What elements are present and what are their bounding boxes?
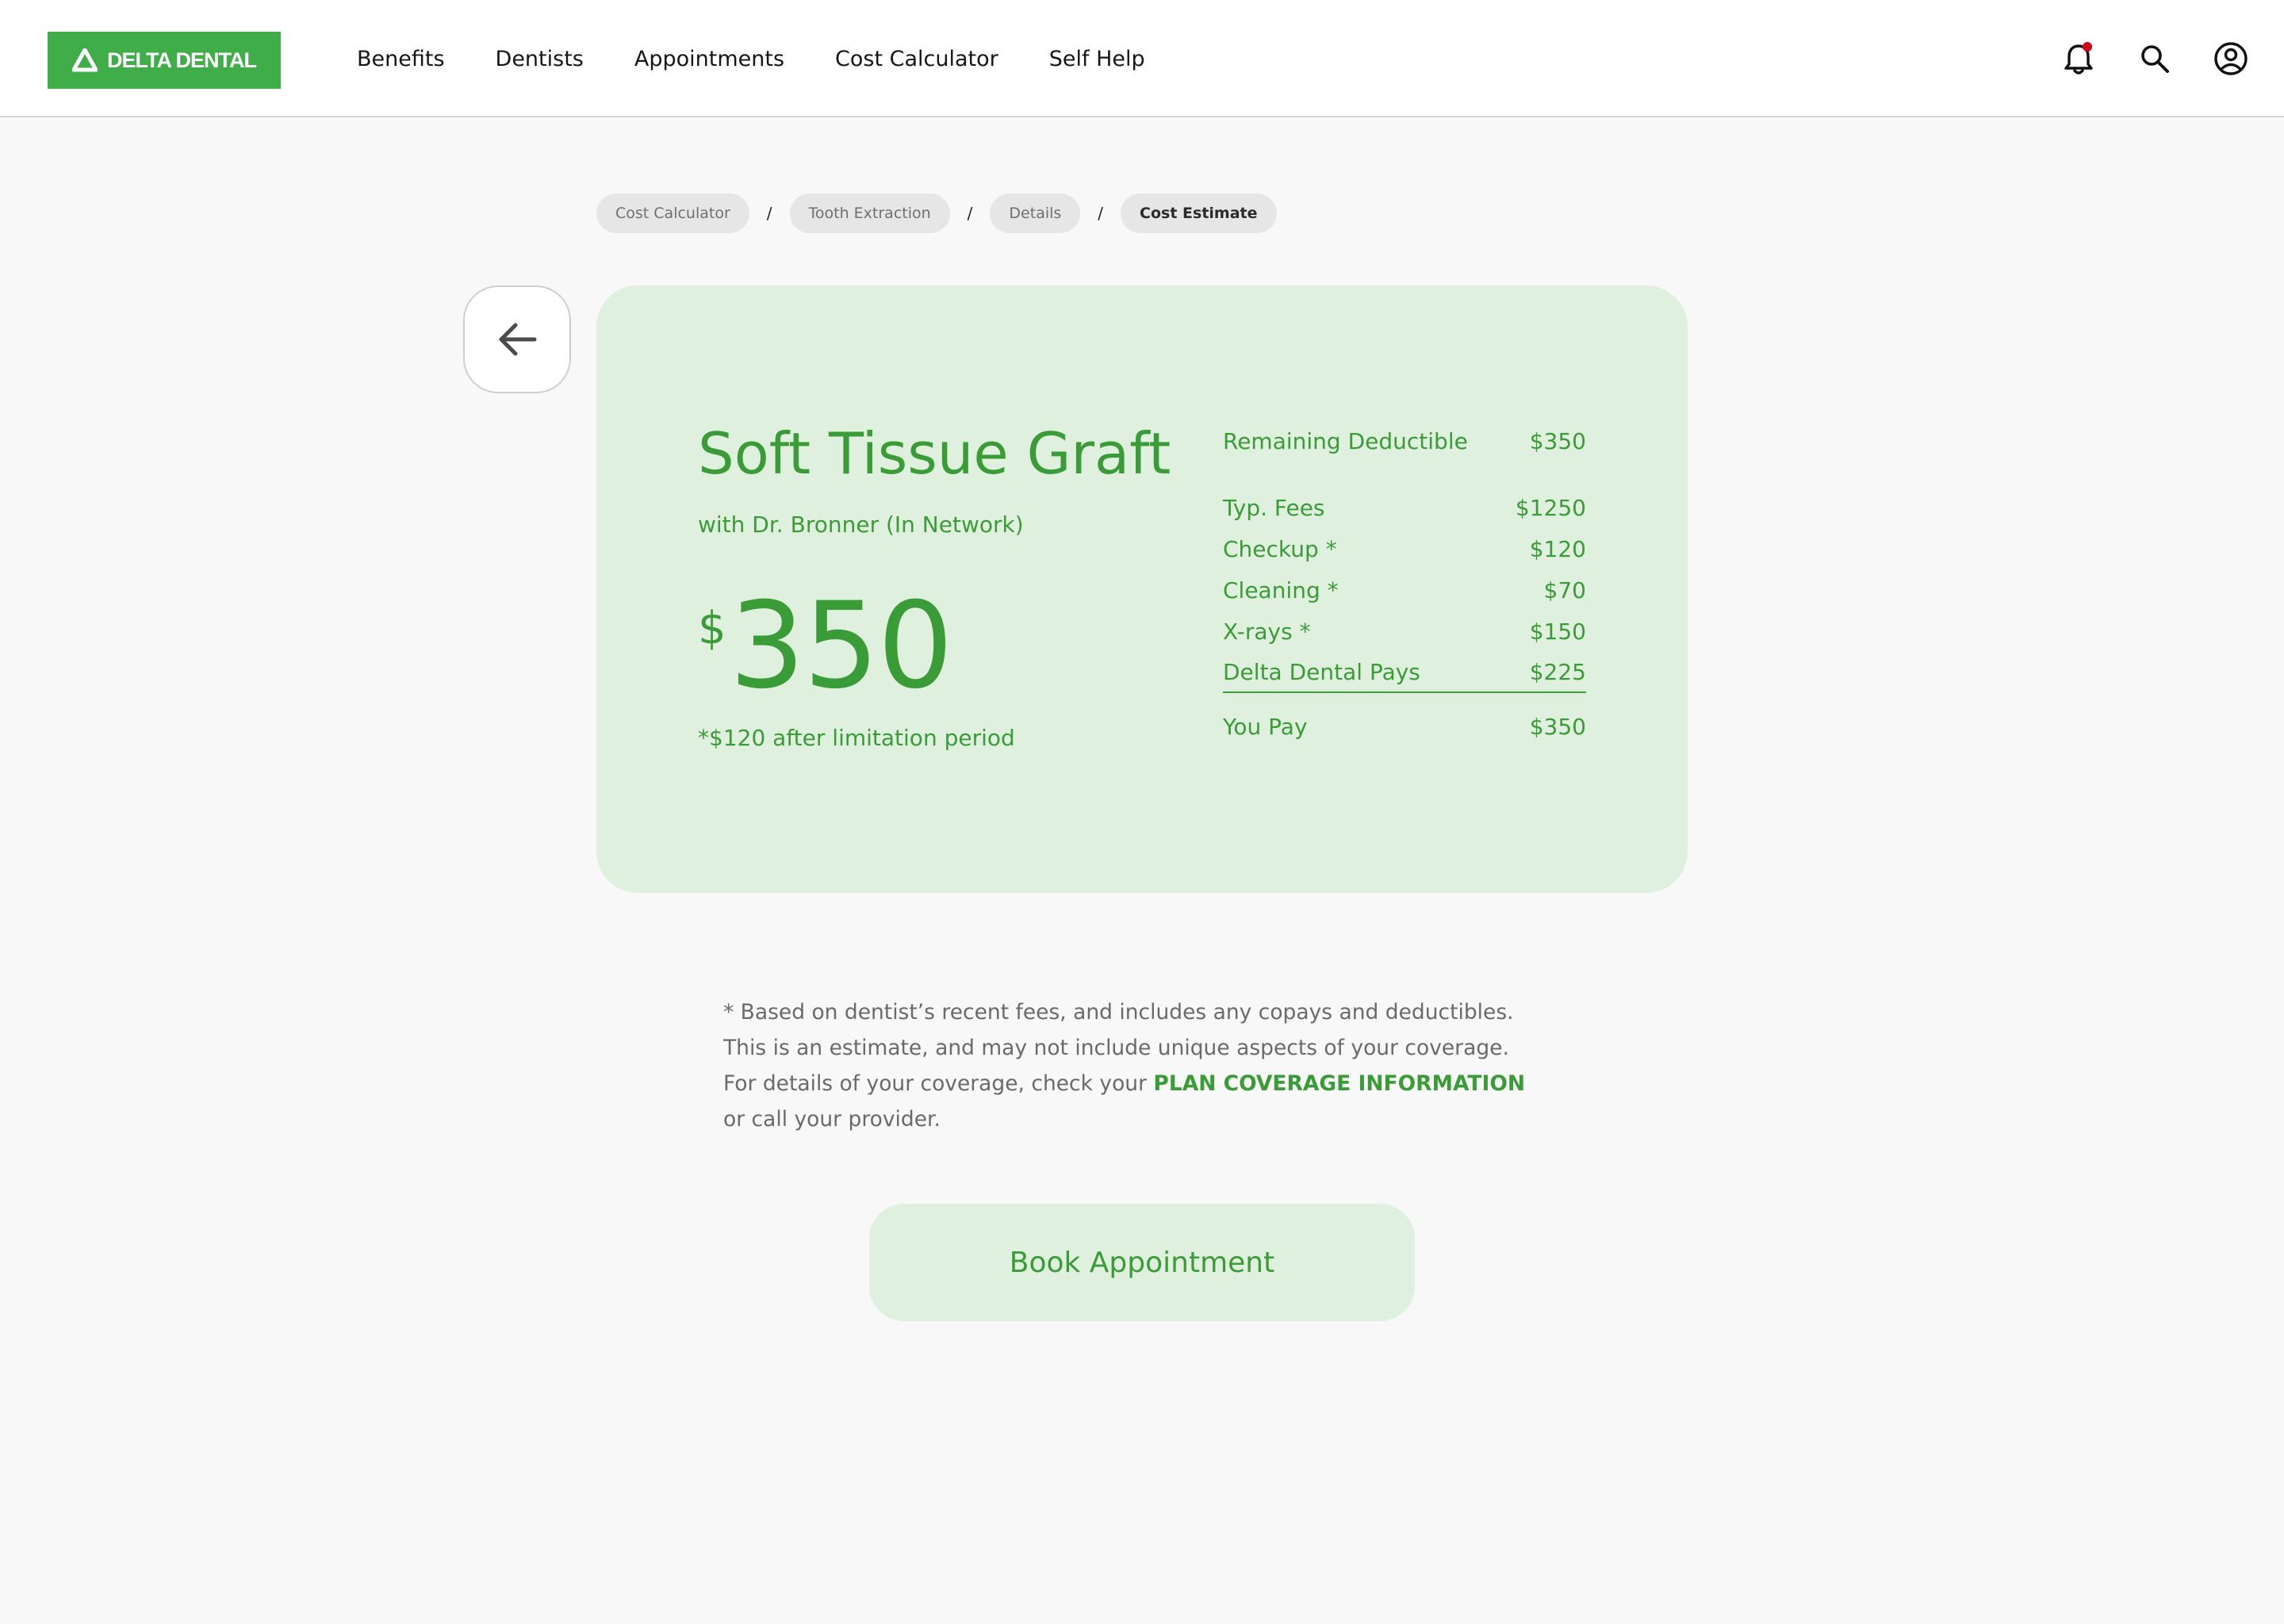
row-value: $1250 [1515, 494, 1586, 521]
line-item-row: X-rays * $150 [1223, 611, 1586, 652]
breadcrumb-cost-calculator[interactable]: Cost Calculator [596, 193, 749, 233]
row-value: $350 [1529, 713, 1586, 740]
row-value: $225 [1529, 658, 1586, 685]
delta-logo-icon [72, 48, 98, 72]
row-label: Delta Dental Pays [1223, 658, 1420, 685]
arrow-left-icon [499, 323, 537, 356]
top-navigation-bar: DELTA DENTAL Benefits Dentists Appointme… [0, 0, 2284, 117]
row-label: Typ. Fees [1223, 494, 1325, 521]
row-label: You Pay [1223, 713, 1308, 740]
search-icon[interactable] [2136, 40, 2173, 77]
header-actions [2060, 0, 2249, 117]
bell-icon[interactable] [2060, 40, 2097, 77]
row-value: $350 [1529, 427, 1586, 454]
disclaimer-text-end: or call your provider. [723, 1107, 941, 1132]
breadcrumb-tooth-extraction[interactable]: Tooth Extraction [789, 193, 950, 233]
main-nav: Benefits Dentists Appointments Cost Calc… [357, 0, 1145, 117]
breadcrumb-separator: / [766, 204, 772, 223]
cost-estimate-card: Soft Tissue Graft with Dr. Bronner (In N… [596, 285, 1688, 893]
row-value: $150 [1529, 618, 1586, 645]
row-label: Remaining Deductible [1223, 427, 1468, 454]
row-value: $120 [1529, 535, 1586, 562]
row-label: Checkup * [1223, 535, 1337, 562]
row-label: X-rays * [1223, 618, 1311, 645]
price-amount: 350 [729, 577, 953, 715]
estimated-price: $ 350 [698, 577, 953, 715]
delta-dental-logo[interactable]: DELTA DENTAL [48, 32, 281, 89]
deductible-row: Remaining Deductible $350 [1223, 420, 1586, 462]
notification-dot [2083, 42, 2092, 52]
logo-text: DELTA DENTAL [107, 48, 257, 72]
nav-appointments[interactable]: Appointments [634, 47, 784, 71]
nav-self-help[interactable]: Self Help [1049, 47, 1145, 71]
price-currency: $ [698, 603, 726, 654]
book-appointment-button[interactable]: Book Appointment [869, 1204, 1415, 1321]
line-item-row: Cleaning * $70 [1223, 569, 1586, 611]
back-button[interactable] [463, 285, 571, 393]
line-item-row: Delta Dental Pays $225 [1223, 652, 1586, 693]
breadcrumb-cost-estimate: Cost Estimate [1121, 193, 1277, 233]
line-item-row: Typ. Fees $1250 [1223, 487, 1586, 528]
estimate-disclaimer: * Based on dentist’s recent fees, and in… [723, 994, 1548, 1137]
row-value: $70 [1543, 576, 1586, 603]
line-item-row: Checkup * $120 [1223, 528, 1586, 569]
breadcrumb-details[interactable]: Details [990, 193, 1081, 233]
you-pay-row: You Pay $350 [1223, 706, 1586, 747]
account-icon[interactable] [2213, 40, 2249, 77]
breadcrumb-separator: / [1098, 204, 1104, 223]
limitation-note: *$120 after limitation period [698, 725, 1015, 751]
row-label: Cleaning * [1223, 576, 1339, 603]
plan-coverage-link[interactable]: PLAN COVERAGE INFORMATION [1153, 1071, 1525, 1096]
breadcrumb-separator: / [967, 204, 973, 223]
nav-cost-calculator[interactable]: Cost Calculator [835, 47, 998, 71]
nav-benefits[interactable]: Benefits [357, 47, 445, 71]
nav-dentists[interactable]: Dentists [496, 47, 584, 71]
dentist-subtitle: with Dr. Bronner (In Network) [698, 511, 1024, 538]
breadcrumb: Cost Calculator / Tooth Extraction / Det… [596, 193, 1277, 233]
procedure-title: Soft Tissue Graft [698, 420, 1171, 487]
cost-breakdown: Remaining Deductible $350 Typ. Fees $125… [1223, 420, 1586, 747]
